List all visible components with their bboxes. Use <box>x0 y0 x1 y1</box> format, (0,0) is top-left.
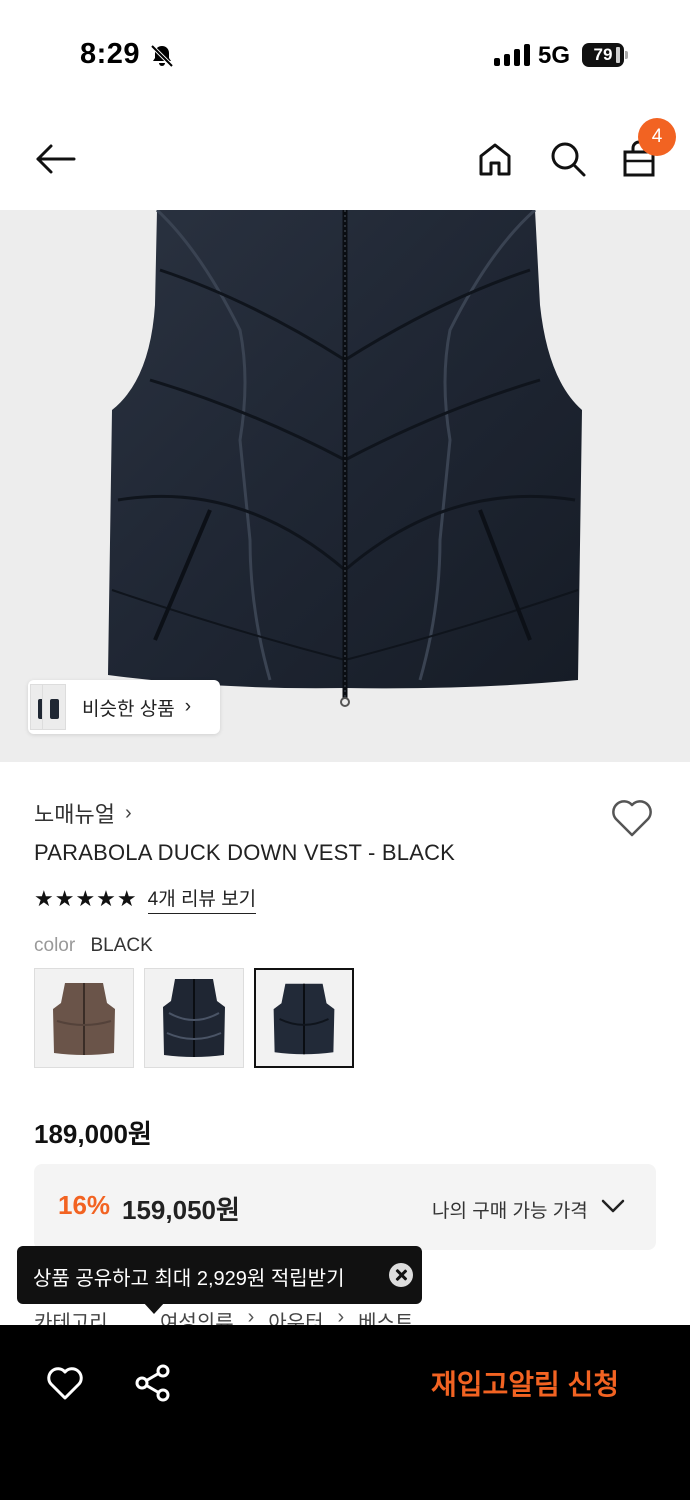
similar-products-label: 비슷한 상품 <box>82 698 175 720</box>
vest-thumbnail <box>273 983 335 1055</box>
search-button[interactable] <box>545 136 591 182</box>
restock-alert-button[interactable]: 재입고알림 신청 <box>410 1363 640 1407</box>
price-box[interactable]: 16% 159,050원 나의 구매 가능 가격 <box>34 1164 656 1250</box>
home-button[interactable] <box>472 136 518 182</box>
color-label: color <box>34 935 76 956</box>
product-image[interactable]: 비슷한 상품 › <box>0 210 690 762</box>
heart-icon[interactable] <box>44 1363 86 1403</box>
top-nav <box>0 110 690 210</box>
cart-count-badge: 4 <box>638 118 676 156</box>
status-bar: 8:29 5G 79 <box>0 0 690 110</box>
color-swatches <box>34 968 354 1068</box>
chevron-right-icon: › <box>124 801 132 824</box>
bell-off-icon <box>150 44 174 68</box>
swatch-brown[interactable] <box>34 968 134 1068</box>
search-icon <box>551 142 586 177</box>
sale-price: 159,050원 <box>122 1195 240 1225</box>
bottom-action-bar: 재입고알림 신청 <box>0 1325 690 1500</box>
wishlist-heart-icon[interactable] <box>608 794 656 840</box>
my-price-label: 나의 구매 가능 가격 <box>432 1201 588 1222</box>
discount-rate: 16% <box>58 1190 111 1220</box>
view-reviews-link[interactable]: 4개 리뷰 보기 <box>147 884 257 914</box>
share-icon[interactable] <box>133 1363 173 1403</box>
signal-icon <box>494 44 530 66</box>
network-label: 5G <box>538 42 571 69</box>
tooltip-tail <box>143 1302 165 1314</box>
star-rating-icons: ★★★★★ <box>34 886 138 911</box>
chevron-down-icon <box>601 1199 625 1213</box>
vest-thumbnail <box>53 983 115 1055</box>
similar-products-button[interactable]: 비슷한 상품 › <box>28 680 220 734</box>
color-value: BLACK <box>90 935 153 956</box>
chevron-right-icon: › <box>184 696 192 717</box>
share-reward-tooltip: 상품 공유하고 최대 2,929원 적립받기 <box>17 1246 422 1304</box>
product-name: PARABOLA DUCK DOWN VEST - BLACK <box>34 840 456 865</box>
vest-thumbnail <box>163 979 225 1057</box>
rating-row: ★★★★★ 4개 리뷰 보기 <box>34 884 257 914</box>
color-row: color BLACK <box>34 935 153 957</box>
swatch-glossy-black[interactable] <box>144 968 244 1068</box>
original-price: 189,000원 <box>34 1119 152 1149</box>
swatch-black[interactable] <box>254 968 354 1068</box>
back-button[interactable] <box>32 136 78 182</box>
close-icon[interactable] <box>389 1263 413 1287</box>
back-arrow-icon <box>36 144 76 174</box>
similar-thumbnails <box>28 680 68 734</box>
brand-link[interactable]: 노매뉴얼 › <box>34 797 132 829</box>
status-time: 8:29 <box>80 38 141 70</box>
home-icon <box>479 143 511 176</box>
battery-icon: 79 <box>582 43 628 67</box>
brand-name: 노매뉴얼 <box>34 802 115 827</box>
tooltip-text: 상품 공유하고 최대 2,929원 적립받기 <box>33 1268 345 1290</box>
battery-level: 79 <box>582 43 624 67</box>
